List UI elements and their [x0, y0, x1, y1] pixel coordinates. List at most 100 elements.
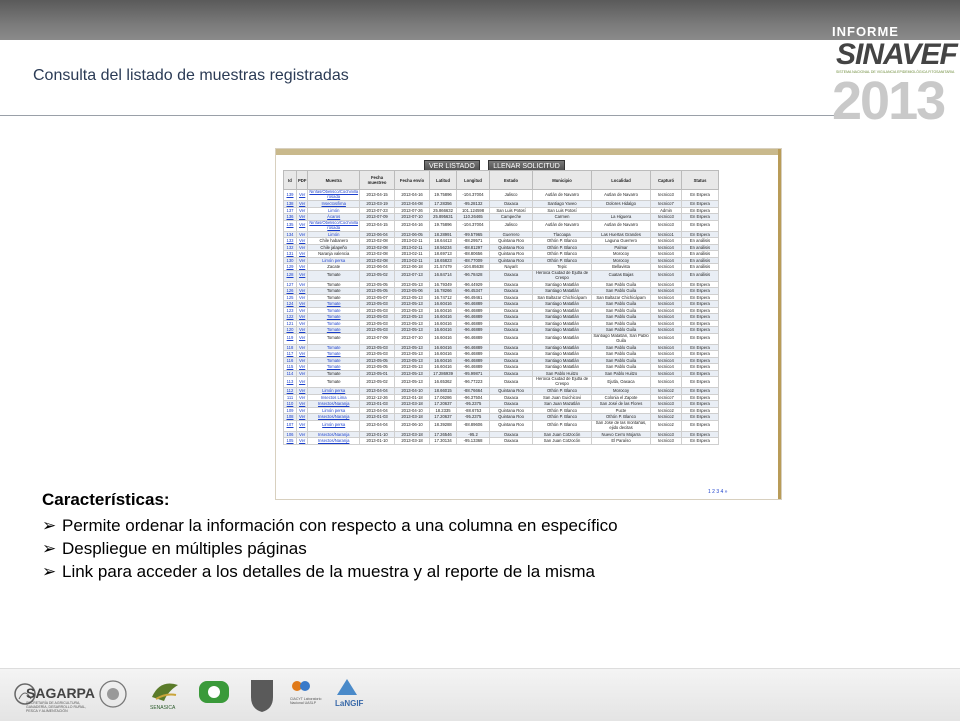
table-cell: Tomate [307, 376, 361, 388]
sample-link[interactable]: Limón persa [307, 419, 361, 432]
footer-logos: SAGARPA SECRETARÍA DE AGRICULTURA, GANAD… [0, 668, 960, 721]
pdf-link[interactable]: Ver [295, 332, 309, 345]
sample-link[interactable]: Insectos/Naranja [307, 437, 361, 445]
sample-id-link[interactable]: 128 [283, 269, 297, 282]
top-bar [0, 0, 960, 40]
table-cell: -88.89606 [456, 419, 491, 432]
pdf-link[interactable]: Ver [295, 189, 309, 201]
sample-id-link[interactable]: 113 [283, 376, 297, 388]
shield-icon [251, 680, 273, 712]
sample-id-link[interactable]: 135 [283, 219, 297, 232]
sagarpa-subtext: SECRETARÍA DE AGRICULTURA, GANADERÍA, DE… [26, 701, 87, 713]
feature-item: ➢ Despliegue en múltiples páginas [42, 537, 618, 560]
table-cell: En Espera [681, 189, 720, 201]
table-cell: -95.13368 [456, 437, 491, 445]
column-header[interactable]: PDF [295, 170, 309, 190]
senasica-logo: SENASICA [150, 677, 184, 713]
table-cell: Oaxaca [489, 269, 534, 282]
table-cell: tecnico2 [650, 419, 683, 432]
table-cell: Ejutla, Oaxaca [591, 376, 652, 388]
table-cell: Oaxaca [489, 376, 534, 388]
table-cell: 2013-04-15 [359, 219, 396, 232]
eagle-seal-icon [99, 680, 127, 708]
table-cell: tecnico4 [650, 332, 683, 345]
sample-id-link[interactable]: 105 [283, 437, 297, 445]
column-header[interactable]: Longitud [456, 170, 491, 190]
table-cell: -96.78428 [456, 269, 491, 282]
column-header[interactable]: Muestra [307, 170, 361, 190]
table-cell: 2013-04-16 [394, 189, 431, 201]
arrow-bullet-icon: ➢ [42, 539, 57, 558]
table-cell: Jalisco [489, 219, 534, 232]
table-row: 139 Ver Ninfas/Obelisco/Cochinilla rosada 2… [283, 189, 720, 201]
table-cell: -104.37004 [456, 219, 491, 232]
table-cell: 16.60416 [429, 332, 458, 345]
table-cell: San Baltazar Chichicápam [532, 293, 593, 301]
table-cell: Autlan de Navarro [591, 219, 652, 232]
table-cell: 16.65362 [429, 376, 458, 388]
langif-logo: LaNGIF [335, 677, 375, 713]
page-title: Consulta del listado de muestras registr… [33, 67, 349, 84]
features-list: ➢ Permite ordenar la información con resp… [42, 514, 618, 583]
feature-item: ➢ Permite ordenar la información con resp… [42, 514, 618, 537]
column-header[interactable]: Capturó [650, 170, 683, 190]
sample-id-link[interactable]: 119 [283, 332, 297, 345]
table-cell: Othón P. Blanco [532, 419, 593, 432]
pdf-link[interactable]: Ver [295, 419, 309, 432]
table-cell: 2013-01-10 [359, 437, 396, 445]
samples-table: Id PDF Muestra Fecha muestreo Fecha envío Lat… [283, 170, 720, 445]
table-cell: 2013-07-13 [394, 269, 431, 282]
table-cell: San Juan Cotzocón [532, 437, 593, 445]
column-header[interactable]: Localidad [591, 170, 652, 190]
column-header[interactable]: Fecha envío [394, 170, 431, 190]
table-cell: -96.46889 [456, 332, 491, 345]
pdf-link[interactable]: Ver [295, 269, 309, 282]
senasica-icon [152, 683, 178, 701]
table-cell: -104.37004 [456, 189, 491, 201]
column-header[interactable]: Fecha muestreo [359, 170, 396, 190]
column-header[interactable]: Municipio [532, 170, 593, 190]
column-header[interactable]: Id [283, 170, 297, 190]
pdf-link[interactable]: Ver [295, 219, 309, 232]
table-cell: 19.75896 [429, 189, 458, 201]
table-cell: 2013-05-02 [359, 376, 396, 388]
table-cell: tecnico3 [650, 437, 683, 445]
table-cell: tecnico4 [650, 376, 683, 388]
pdf-link[interactable]: Ver [295, 376, 309, 388]
column-header[interactable]: Estado [489, 170, 534, 190]
table-cell: 2013-05-02 [359, 269, 396, 282]
langif-text: LaNGIF [335, 699, 364, 708]
sample-link[interactable]: Ninfas/Obelisco/Cochinilla rosada [307, 219, 361, 232]
table-cell: Cuatas Bajas [591, 269, 652, 282]
table-row: 113 Ver Tomate 2013-05-02 2013-05-13 16.65362… [283, 376, 720, 388]
table-cell: Heroica Ciudad de Ejutla de Crespo [532, 269, 593, 282]
feature-item: ➢ Link para acceder a los detalles de la … [42, 560, 618, 583]
cesavep-logo [198, 677, 230, 713]
table-header-row: Id PDF Muestra Fecha muestreo Fecha envío Lat… [283, 170, 720, 190]
table-cell: 17.30134 [429, 437, 458, 445]
table-cell: 2013-04-15 [359, 189, 396, 201]
column-header[interactable]: Status [681, 170, 720, 190]
column-header[interactable]: Latitud [429, 170, 458, 190]
feature-text: Despliegue en múltiples páginas [62, 539, 307, 558]
sinavef-logo: 2013 INFORME TECNICO SINAVEF SISTEMA NAC… [832, 0, 960, 131]
pagination[interactable]: 1 2 3 4 » [708, 489, 727, 495]
sample-id-link[interactable]: 107 [283, 419, 297, 432]
table-cell: En Espera [681, 419, 720, 432]
feature-text: Link para acceder a los detalles de la m… [62, 562, 595, 581]
sample-id-link[interactable]: 139 [283, 189, 297, 201]
table-cell: San José de las montañas, ejido decitas [591, 419, 652, 432]
pdf-link[interactable]: Ver [295, 437, 309, 445]
table-cell: 2013-05-13 [394, 376, 431, 388]
table-cell: Oaxaca [489, 332, 534, 345]
sample-link[interactable]: Ninfas/Obelisco/Cochinilla rosada [307, 189, 361, 201]
table-cell: 2013-07-09 [359, 332, 396, 345]
sagarpa-text: SAGARPA [26, 685, 95, 701]
table-cell: Santiago Matatlán [532, 332, 593, 345]
table-row: 107 Ver Limón persa 2013-04-04 2013-06-10 18.… [283, 419, 720, 432]
table-cell: En Espera [681, 437, 720, 445]
table-cell: 18.39288 [429, 419, 458, 432]
conacyt-icon [292, 681, 310, 691]
table-cell: Tomate [307, 332, 361, 345]
table-row: 128 Ver Tomate 2013-05-02 2013-07-13 16.84714… [283, 269, 720, 282]
